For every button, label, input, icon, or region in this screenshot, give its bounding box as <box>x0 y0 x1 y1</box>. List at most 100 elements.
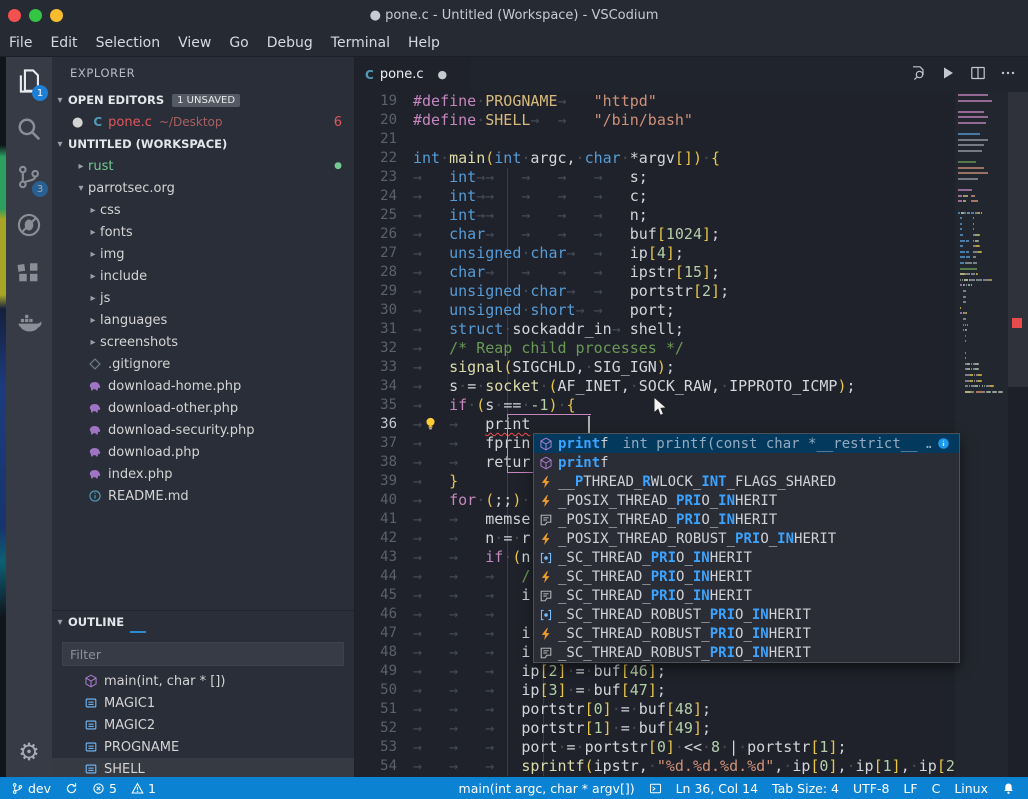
suggestion-item[interactable]: _SC_THREAD_PRIO_INHERIT <box>534 586 959 605</box>
tree-item-readme-md[interactable]: README.md <box>52 485 354 507</box>
status-label: 1 <box>147 780 156 796</box>
tree-item-js[interactable]: ▸ js <box>52 287 354 309</box>
line-number: 20 <box>380 112 397 128</box>
settings-gear-icon[interactable]: ⚙ <box>6 735 52 769</box>
tree-item-languages[interactable]: ▸ languages <box>52 309 354 331</box>
tree-item-fonts[interactable]: ▸ fonts <box>52 221 354 243</box>
tree-item--gitignore[interactable]: .gitignore <box>52 353 354 375</box>
tab-pone-c[interactable]: C pone.c ● <box>355 57 471 92</box>
terminal-icon <box>649 782 662 795</box>
code-editor[interactable]: 19 #define·PROGNAME→ "httpd" 20 #define·SHE… <box>355 92 1028 777</box>
menu-help[interactable]: Help <box>399 35 449 51</box>
error-overview-mark <box>1012 318 1022 328</box>
open-preview-button[interactable] <box>910 65 926 85</box>
tree-item-download-security-php[interactable]: download-security.php <box>52 419 354 441</box>
suggestion-item[interactable]: __PTHREAD_RWLOCK_INT_FLAGS_SHARED <box>534 472 959 491</box>
code-line-36: 36→ → print <box>355 415 1028 434</box>
outline-filter-input[interactable]: Filter <box>62 642 344 666</box>
workspace-header[interactable]: ▾ UNTITLED (WORKSPACE) <box>52 133 354 155</box>
tree-item-img[interactable]: ▸ img <box>52 243 354 265</box>
tree-item-label: README.md <box>108 488 189 504</box>
code-line-53: 53 → → → port·=·portstr[0]·<<·8·|·portstr… <box>355 738 1028 757</box>
suggestion-item[interactable]: _SC_THREAD_ROBUST_PRIO_INHERIT <box>534 624 959 643</box>
tree-item-screenshots[interactable]: ▸ screenshots <box>52 331 354 353</box>
activitybar-extensions[interactable] <box>6 249 52 297</box>
line-number: 21 <box>380 131 397 147</box>
status-main-int-argc-char-argv-[interactable]: main(int argc, char * argv[]) <box>452 777 642 799</box>
twisty-icon: ▸ <box>90 292 96 304</box>
outline-header[interactable]: ▾ OUTLINE <box>52 611 354 633</box>
suggestion-label: _SC_THREAD_PRIO_INHERIT <box>558 568 752 585</box>
menu-edit[interactable]: Edit <box>41 35 86 51</box>
menu-debug[interactable]: Debug <box>258 35 322 51</box>
tree-item-rust[interactable]: ▸ rust ● <box>52 155 354 177</box>
tree-item-include[interactable]: ▸ include <box>52 265 354 287</box>
suggestion-item[interactable]: _POSIX_THREAD_ROBUST_PRIO_INHERIT <box>534 529 959 548</box>
menu-file[interactable]: File <box>0 35 41 51</box>
twisty-icon: ▸ <box>90 204 96 216</box>
chevron-down-icon: ▾ <box>57 94 63 106</box>
status-lf[interactable]: LF <box>896 777 924 799</box>
menu-go[interactable]: Go <box>220 35 257 51</box>
status-warning[interactable]: 1 <box>124 777 163 799</box>
code-line-21: 21 <box>355 130 1028 149</box>
status-tab-size-4[interactable]: Tab Size: 4 <box>765 777 846 799</box>
status-c[interactable]: C <box>925 777 948 799</box>
open-editors-header[interactable]: ▾ OPEN EDITORS 1 UNSAVED <box>52 89 354 111</box>
status-bell[interactable] <box>995 777 1022 799</box>
chevron-down-icon: ▾ <box>57 616 63 628</box>
tree-item-css[interactable]: ▸ css <box>52 199 354 221</box>
suggestion-item[interactable]: _POSIX_THREAD_PRIO_INHERIT <box>534 491 959 510</box>
lightbulb-icon[interactable] <box>423 416 438 435</box>
suggestion-item[interactable]: _SC_THREAD_ROBUST_PRIO_INHERIT <box>534 643 959 662</box>
tab-bar: C pone.c ● <box>355 57 1028 92</box>
tree-item-download-other-php[interactable]: download-other.php <box>52 397 354 419</box>
suggestion-label: _SC_THREAD_ROBUST_PRIO_INHERIT <box>558 606 811 623</box>
sync-icon <box>65 782 78 795</box>
open-editor-item-pone-c[interactable]: ● Cpone.c ~/Desktop 6 <box>52 111 354 133</box>
vertical-scrollbar[interactable] <box>1008 92 1028 777</box>
tree-item-download-home-php[interactable]: download-home.php <box>52 375 354 397</box>
suggestion-item[interactable]: printf int printf(const char *__restrict_… <box>534 434 959 453</box>
outline-item-magic2[interactable]: MAGIC2 <box>52 714 354 736</box>
suggestion-item[interactable]: _SC_THREAD_PRIO_INHERIT <box>534 567 959 586</box>
menu-view[interactable]: View <box>169 35 220 51</box>
outline-item-progname[interactable]: PROGNAME <box>52 736 354 758</box>
tree-item-download-php[interactable]: download.php <box>52 441 354 463</box>
suggestion-item[interactable]: _SC_THREAD_ROBUST_PRIO_INHERIT <box>534 605 959 624</box>
status-sync[interactable] <box>58 777 85 799</box>
suggestion-item[interactable]: _POSIX_THREAD_PRIO_INHERIT <box>534 510 959 529</box>
tree-item-label: css <box>100 202 121 218</box>
activitybar-search[interactable] <box>6 105 52 153</box>
status-branch[interactable]: dev <box>4 777 58 799</box>
split-editor-button[interactable] <box>970 65 986 85</box>
menu-selection[interactable]: Selection <box>87 35 170 51</box>
activitybar-debug[interactable] <box>6 201 52 249</box>
tree-item-index-php[interactable]: index.php <box>52 463 354 485</box>
info-icon[interactable] <box>932 437 955 450</box>
status-ln-36-col-14[interactable]: Ln 36, Col 14 <box>669 777 765 799</box>
menu-terminal[interactable]: Terminal <box>322 35 399 51</box>
run-button[interactable] <box>940 65 956 85</box>
outline-item-magic1[interactable]: MAGIC1 <box>52 692 354 714</box>
status-terminal[interactable] <box>642 777 669 799</box>
code-line-51: 51 → → → portstr[0]·=·buf[48]; <box>355 700 1028 719</box>
tree-item-parrotsec-org[interactable]: ▾ parrotsec.org <box>52 177 354 199</box>
error-icon <box>92 782 105 795</box>
activitybar-files[interactable]: 1 <box>6 57 52 105</box>
twisty-icon: ▾ <box>78 182 84 194</box>
line-number: 40 <box>380 492 397 508</box>
minimap[interactable] <box>955 92 1008 777</box>
suggestion-item[interactable]: _SC_THREAD_PRIO_INHERIT <box>534 548 959 567</box>
outline-item-main-int--char------[interactable]: main(int, char * []) <box>52 670 354 692</box>
activitybar-source-control[interactable]: 3 <box>6 153 52 201</box>
scrollbar-slider[interactable] <box>1008 92 1028 387</box>
more-actions-button[interactable] <box>1000 65 1016 85</box>
line-number: 26 <box>380 226 397 242</box>
status-error[interactable]: 5 <box>85 777 124 799</box>
status-utf-8[interactable]: UTF-8 <box>846 777 896 799</box>
activitybar-docker[interactable] <box>6 297 52 345</box>
status-linux[interactable]: Linux <box>947 777 995 799</box>
problem-count-badge: 6 <box>333 114 342 130</box>
suggestion-item[interactable]: printf <box>534 453 959 472</box>
